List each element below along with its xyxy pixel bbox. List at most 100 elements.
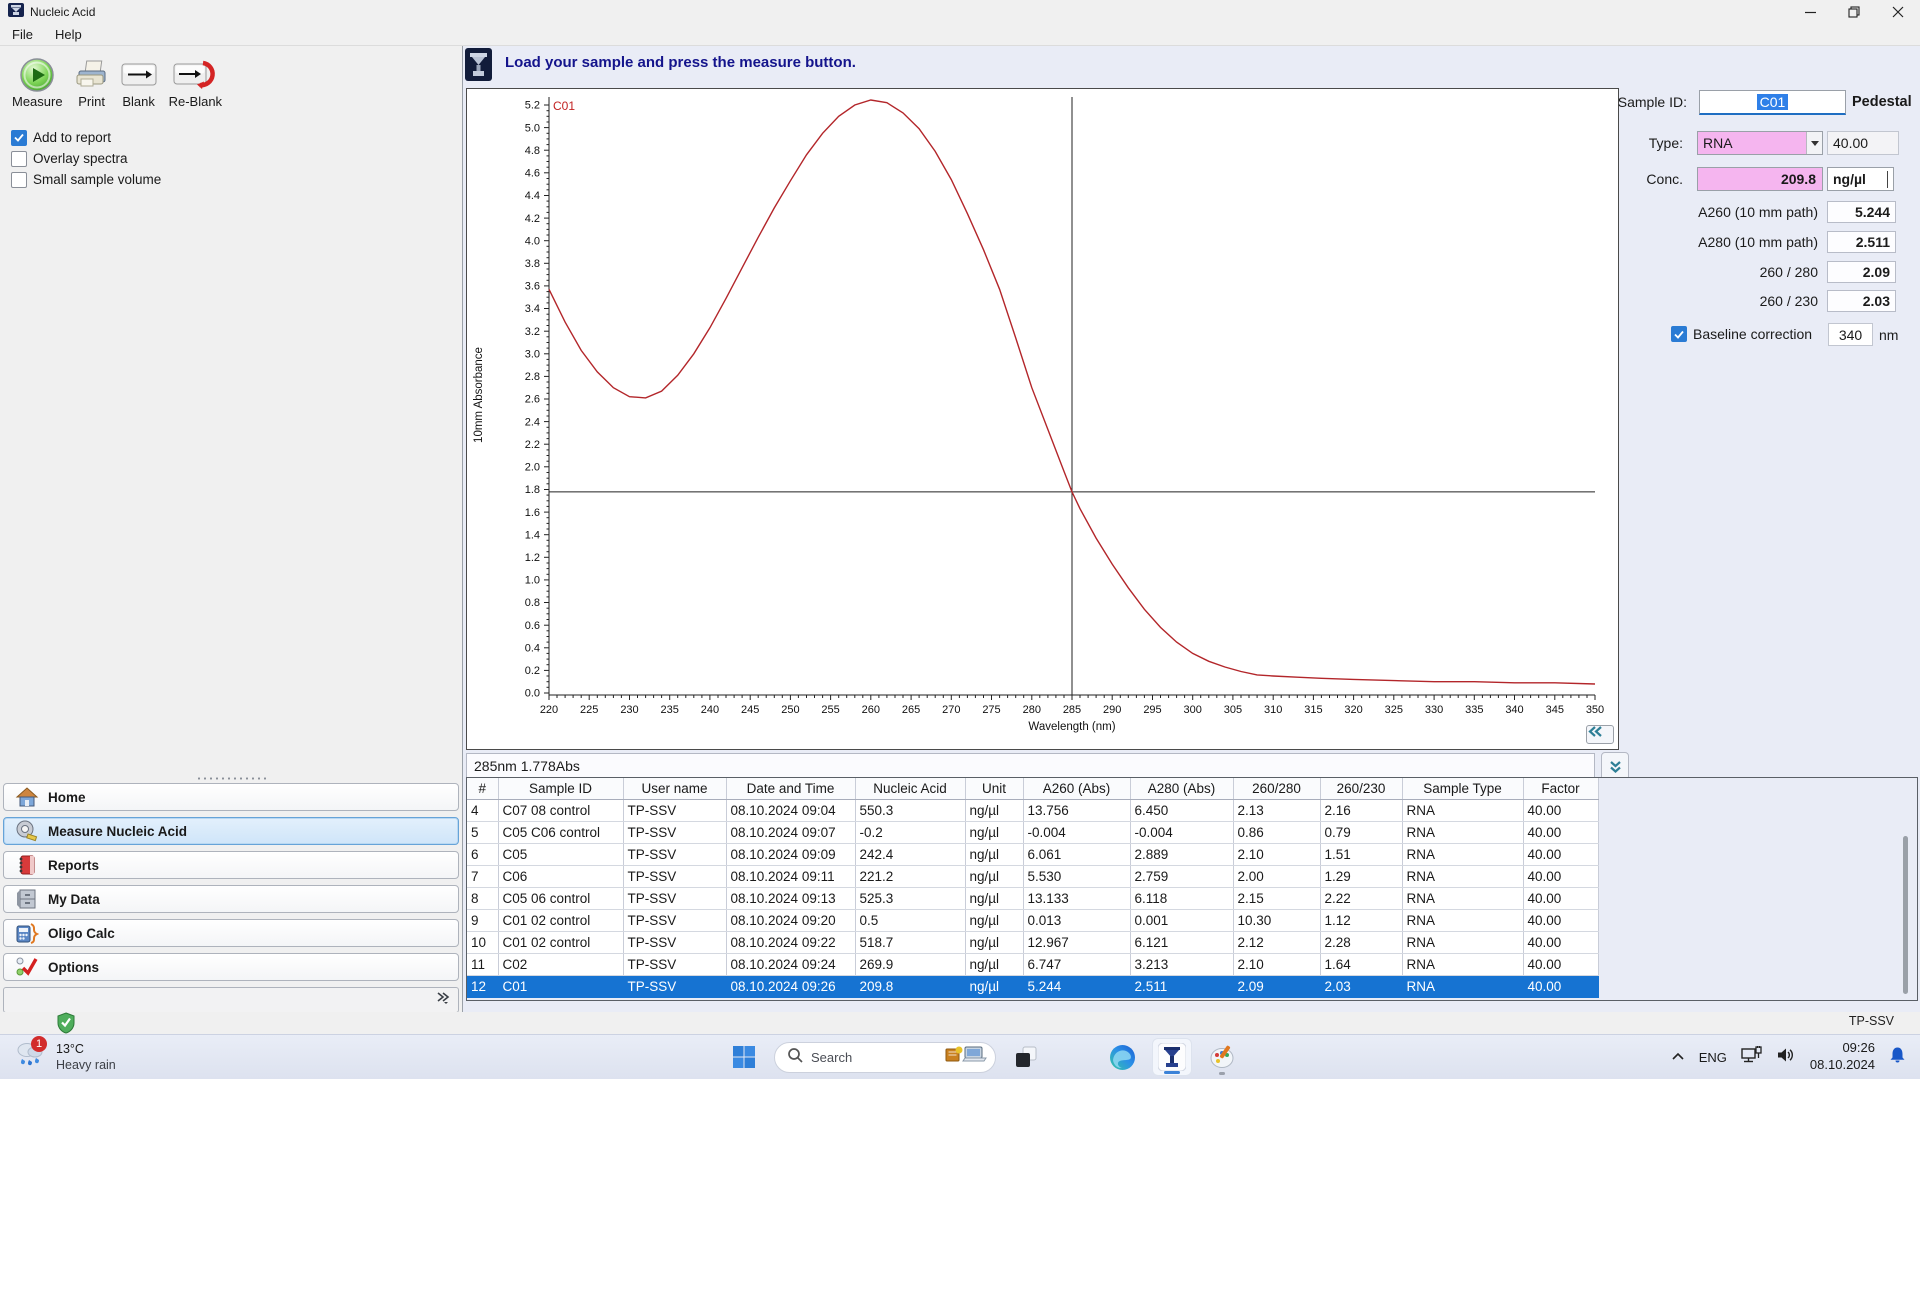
table-row[interactable]: 8 C05 06 control TP-SSV 08.10.2024 09:13 525… — [467, 887, 1599, 910]
column-header[interactable]: A280 (Abs) — [1130, 778, 1234, 800]
close-icon[interactable] — [1876, 0, 1920, 24]
column-header[interactable]: Sample ID — [498, 778, 624, 800]
column-header[interactable]: Date and Time — [726, 778, 856, 800]
column-header[interactable]: # — [467, 778, 499, 800]
table-row[interactable]: 10 C01 02 control TP-SSV 08.10.2024 09:22 51… — [467, 931, 1599, 954]
measure-button[interactable]: Measure — [6, 54, 69, 111]
sample-id-input[interactable]: C01 — [1699, 90, 1846, 115]
print-button[interactable]: Print — [69, 54, 115, 111]
app-window: Nucleic Acid File Help Measure Print Bla… — [0, 0, 1920, 1034]
table-cell: 242.4 — [855, 843, 966, 866]
nanodrop-app-icon[interactable] — [1152, 1038, 1192, 1076]
task-view-button[interactable] — [1006, 1038, 1046, 1076]
table-cell: C01 02 control — [498, 931, 624, 954]
network-icon[interactable] — [1741, 1045, 1763, 1069]
svg-text:3.8: 3.8 — [525, 258, 540, 270]
table-cell: 12.967 — [1023, 931, 1131, 954]
sidebar-item-label: My Data — [48, 891, 100, 907]
conc-unit-select[interactable]: ng/µl — [1827, 167, 1894, 191]
column-header[interactable]: Sample Type — [1402, 778, 1524, 800]
overlay-spectra-checkbox[interactable]: Overlay spectra — [11, 148, 462, 169]
tray-chevron-up-icon[interactable] — [1671, 1048, 1685, 1066]
column-header[interactable]: Unit — [965, 778, 1024, 800]
svg-text:1.6: 1.6 — [525, 507, 540, 519]
table-cell: 7 — [467, 865, 499, 888]
table-row[interactable]: 11 C02 TP-SSV 08.10.2024 09:24 269.9 ng/µl 6.7… — [467, 953, 1599, 976]
svg-text:1.4: 1.4 — [525, 529, 540, 541]
table-row[interactable]: 6 C05 TP-SSV 08.10.2024 09:09 242.4 ng/µl 6.06… — [467, 843, 1599, 866]
start-button[interactable] — [724, 1038, 764, 1076]
splitter-handle[interactable] — [196, 776, 266, 781]
baseline-wavelength-input[interactable]: 340 — [1828, 323, 1873, 346]
svg-text:305: 305 — [1224, 704, 1242, 716]
column-header[interactable]: Nucleic Acid — [855, 778, 966, 800]
print-label: Print — [78, 94, 105, 109]
restore-icon[interactable] — [1832, 0, 1876, 24]
sidebar-item-options[interactable]: Options — [3, 953, 459, 981]
table-cell: 08.10.2024 09:13 — [726, 887, 856, 910]
language-indicator[interactable]: ENG — [1699, 1050, 1727, 1065]
sidebar-item-reports[interactable]: Reports — [3, 851, 459, 879]
column-header[interactable]: A260 (Abs) — [1023, 778, 1131, 800]
collapse-left-icon[interactable] — [1586, 725, 1614, 744]
a280-value: 2.511 — [1827, 231, 1896, 253]
baseline-correction-checkbox[interactable]: Baseline correction — [1671, 326, 1812, 342]
table-cell: 209.8 — [855, 975, 966, 998]
sidebar-collapse-bar[interactable] — [3, 987, 459, 1013]
sidebar-item-measure-nucleic-acid[interactable]: Measure Nucleic Acid — [3, 817, 459, 845]
cursor-readout: 285nm 1.778Abs — [466, 753, 1595, 779]
spectrum-chart[interactable]: 0.0 0.2 0.4 0.6 0.8 1.0 1.2 1.4 1.6 1.8 2.0 2.2 2.4 2… — [466, 88, 1619, 750]
small-sample-volume-checkbox[interactable]: Small sample volume — [11, 169, 462, 190]
table-cell: C07 08 control — [498, 799, 624, 822]
table-scrollbar[interactable] — [1903, 836, 1908, 994]
blank-button[interactable]: Blank — [115, 54, 163, 111]
table-cell: 08.10.2024 09:11 — [726, 865, 856, 888]
column-header[interactable]: 260/280 — [1233, 778, 1321, 800]
table-row[interactable]: 9 C01 02 control TP-SSV 08.10.2024 09:20 0.5… — [467, 909, 1599, 932]
type-select[interactable]: RNA — [1697, 131, 1823, 155]
notification-bell-icon[interactable] — [1889, 1046, 1906, 1069]
paint-app-icon[interactable] — [1202, 1038, 1242, 1076]
volume-icon[interactable] — [1777, 1047, 1796, 1068]
weather-widget[interactable]: 1 13°C Heavy rain — [14, 1036, 116, 1074]
column-header[interactable]: 260/230 — [1320, 778, 1403, 800]
type-factor-field[interactable]: 40.00 — [1827, 131, 1899, 155]
svg-text:3.4: 3.4 — [525, 303, 540, 315]
table-cell: 6.061 — [1023, 843, 1131, 866]
menu-help[interactable]: Help — [55, 27, 82, 42]
sidebar-item-my-data[interactable]: My Data — [3, 885, 459, 913]
sidebar-item-oligo-calc[interactable]: Oligo Calc — [3, 919, 459, 947]
table-cell: 269.9 — [855, 953, 966, 976]
file-cabinet-icon — [12, 888, 42, 910]
svg-text:345: 345 — [1546, 704, 1564, 716]
table-cell: 9 — [467, 909, 499, 932]
table-cell: 4 — [467, 799, 499, 822]
table-cell: 5 — [467, 821, 499, 844]
edge-browser-icon[interactable] — [1102, 1038, 1142, 1076]
svg-text:4.2: 4.2 — [525, 213, 540, 225]
svg-text:1.2: 1.2 — [525, 552, 540, 564]
search-input[interactable]: Search — [774, 1041, 996, 1073]
logged-in-user: TP-SSV — [1848, 1014, 1894, 1028]
table-row[interactable]: 4 C07 08 control TP-SSV 08.10.2024 09:04 550… — [467, 799, 1599, 822]
table-cell: 2.511 — [1130, 975, 1234, 998]
table-cell: -0.004 — [1130, 821, 1234, 844]
minimize-icon[interactable] — [1788, 0, 1832, 24]
table-cell: RNA — [1402, 843, 1524, 866]
svg-text:4.4: 4.4 — [525, 190, 540, 202]
sidebar-item-home[interactable]: Home — [3, 783, 459, 811]
column-header[interactable]: User name — [623, 778, 727, 800]
clock[interactable]: 09:26 08.10.2024 — [1810, 1040, 1875, 1074]
sidebar-item-label: Home — [48, 789, 86, 805]
table-row[interactable]: 7 C06 TP-SSV 08.10.2024 09:11 221.2 ng/µl 5.53… — [467, 865, 1599, 888]
svg-text:245: 245 — [741, 704, 759, 716]
conc-field[interactable]: 209.8 — [1697, 167, 1823, 191]
table-row[interactable]: 5 C05 C06 control TP-SSV 08.10.2024 09:07 -0… — [467, 821, 1599, 844]
menu-file[interactable]: File — [12, 27, 33, 42]
sidebar-item-label: Reports — [48, 857, 100, 873]
table-row[interactable]: 12 C01 TP-SSV 08.10.2024 09:26 209.8 ng/µl 5.2… — [467, 975, 1599, 998]
reblank-button[interactable]: Re-Blank — [163, 54, 228, 111]
svg-text:2.8: 2.8 — [525, 371, 540, 383]
column-header[interactable]: Factor — [1523, 778, 1599, 800]
add-to-report-checkbox[interactable]: Add to report — [11, 127, 462, 148]
